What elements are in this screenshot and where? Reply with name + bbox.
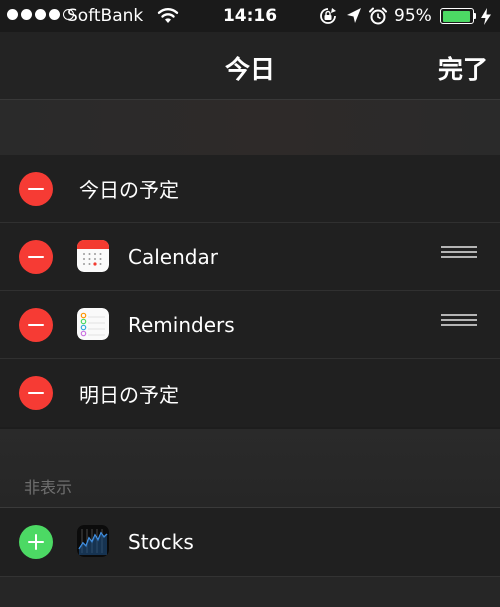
- list-item: Calendar: [0, 223, 500, 291]
- status-bar: SoftBank 14:16 95%: [0, 0, 500, 32]
- battery-tip: [474, 13, 476, 19]
- battery-icon: [440, 8, 474, 24]
- widget-label: Calendar: [128, 244, 218, 269]
- hidden-section-label: 非表示: [24, 478, 73, 497]
- reorder-handle-icon[interactable]: [441, 314, 477, 329]
- list-item: 明日の予定: [0, 359, 500, 427]
- charging-bolt-icon: [481, 8, 491, 25]
- reorder-handle-icon[interactable]: [441, 246, 477, 261]
- page-title: 今日: [224, 55, 275, 84]
- location-arrow-icon: [347, 8, 361, 23]
- calendar-icon: [77, 240, 109, 272]
- stocks-icon: [77, 525, 109, 557]
- battery-percent: 95%: [394, 6, 432, 26]
- remove-button[interactable]: [19, 172, 53, 206]
- remove-button[interactable]: [19, 308, 53, 342]
- list-item: 今日の予定: [0, 155, 500, 223]
- shown-widgets-list: 今日の予定 Calendar Reminders 明日の予定: [0, 155, 500, 427]
- remove-button[interactable]: [19, 376, 53, 410]
- widget-label: 今日の予定: [79, 178, 179, 202]
- list-item: Stocks: [0, 508, 500, 576]
- section-spacer: [0, 100, 500, 155]
- navigation-bar: 今日 完了: [0, 32, 500, 100]
- reminders-icon: [77, 308, 109, 340]
- remove-button[interactable]: [19, 240, 53, 274]
- add-button[interactable]: [19, 525, 53, 559]
- widget-label: Stocks: [128, 530, 194, 554]
- widget-label: Reminders: [128, 312, 235, 337]
- bottom-area: [0, 576, 500, 607]
- widget-label: 明日の予定: [79, 382, 179, 407]
- rotation-lock-icon: [320, 8, 336, 24]
- list-item: Reminders: [0, 291, 500, 359]
- hidden-widgets-list: Stocks: [0, 508, 500, 576]
- alarm-icon: [369, 7, 387, 25]
- done-button[interactable]: 完了: [438, 50, 488, 86]
- hidden-section-header: 非表示: [0, 429, 500, 508]
